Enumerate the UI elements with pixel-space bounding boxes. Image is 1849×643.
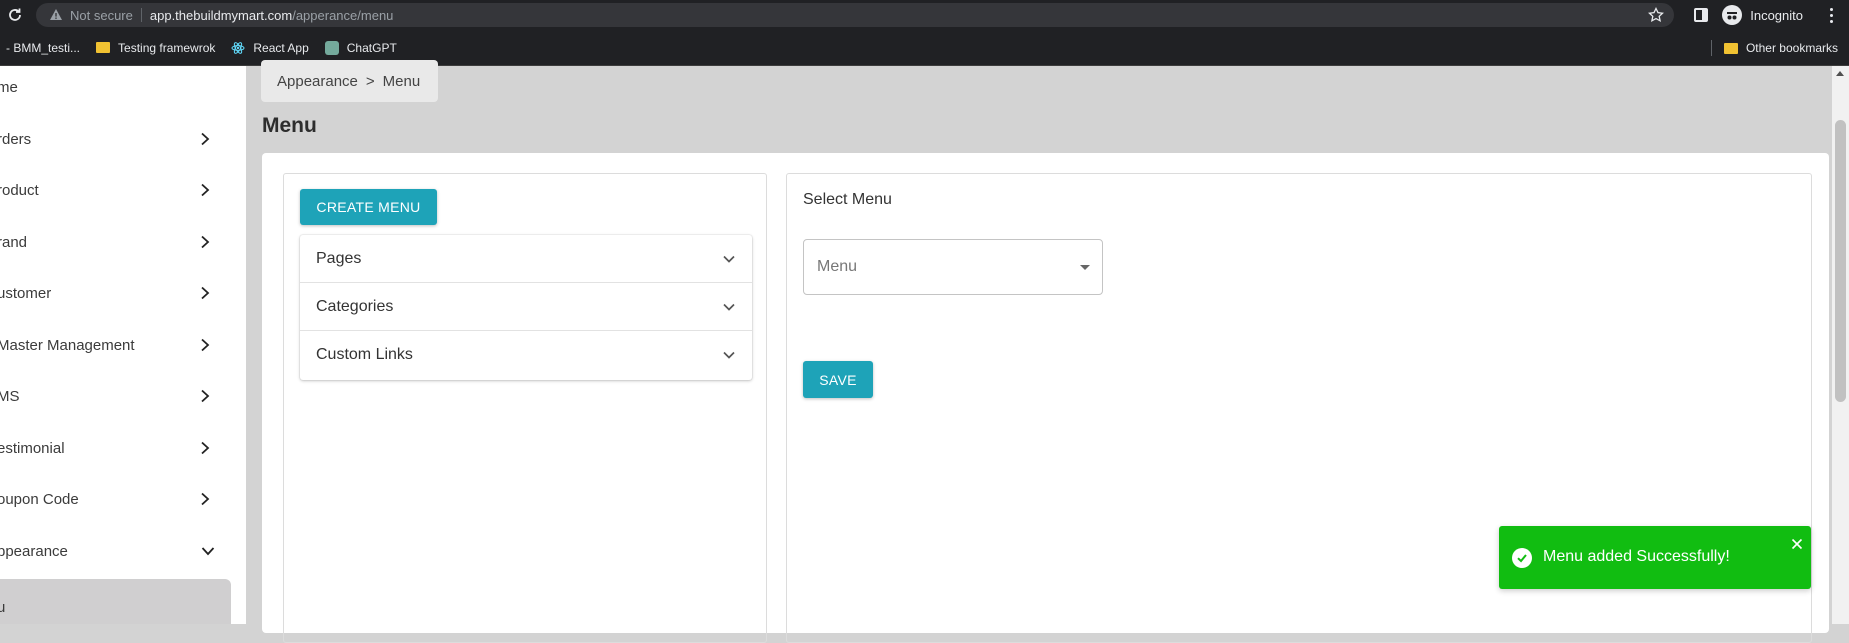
chevron-right-icon bbox=[201, 441, 210, 455]
sidebar-item-label: rders bbox=[0, 130, 32, 148]
scrollbar-thumb[interactable] bbox=[1835, 120, 1846, 402]
browser-actions: Incognito bbox=[1694, 0, 1849, 30]
folder-icon bbox=[1723, 42, 1738, 54]
sidebar-item-label: oupon Code bbox=[0, 490, 79, 508]
save-button[interactable]: SAVE bbox=[803, 361, 873, 398]
chevron-right-icon bbox=[201, 389, 210, 403]
bookmark-chatgpt[interactable]: ChatGPT bbox=[324, 40, 397, 55]
sidebar-item-label: u bbox=[0, 599, 6, 616]
accordion-categories[interactable]: Categories bbox=[300, 283, 752, 331]
sidebar-item-product[interactable]: roduct bbox=[0, 170, 246, 210]
browser-menu-icon[interactable] bbox=[1821, 5, 1841, 25]
bookmark-label: - BMM_testi... bbox=[6, 40, 81, 55]
expand-more-icon bbox=[723, 255, 735, 263]
bookmark-label: React App bbox=[253, 40, 309, 55]
accordion-label: Pages bbox=[316, 249, 362, 267]
success-toast: Menu added Successfully! bbox=[1499, 526, 1811, 589]
sidebar-item-label: rand bbox=[0, 233, 28, 251]
bookmark-testing-framework[interactable]: Testing framewrok bbox=[96, 41, 215, 55]
sidebar-item-label: Master Management bbox=[0, 336, 135, 354]
sidebar-item-brand[interactable]: rand bbox=[0, 222, 246, 262]
browser-toolbar: Not secure app.thebuildmymart.com /apper… bbox=[0, 0, 1849, 30]
sidebar-item-customer[interactable]: ustomer bbox=[0, 273, 246, 313]
side-panel-icon[interactable] bbox=[1694, 8, 1709, 22]
reload-icon[interactable] bbox=[0, 0, 30, 30]
breadcrumb: Appearance > Menu bbox=[261, 60, 438, 102]
address-bar[interactable]: Not secure app.thebuildmymart.com /apper… bbox=[36, 3, 1674, 27]
chevron-right-icon bbox=[201, 338, 210, 352]
toast-message: Menu added Successfully! bbox=[1543, 548, 1730, 565]
bookmark-label: Testing framewrok bbox=[118, 40, 216, 55]
chevron-right-icon bbox=[201, 286, 210, 300]
menu-items-panel: CREATE MENU Pages Categories Custom Link… bbox=[283, 173, 767, 643]
accordion-label: Categories bbox=[316, 297, 394, 315]
security-status[interactable]: Not secure bbox=[70, 8, 133, 23]
bookmark-react-app[interactable]: React App bbox=[231, 40, 309, 55]
select-menu-label: Select Menu bbox=[803, 191, 892, 208]
sidebar-item-cms[interactable]: MS bbox=[0, 376, 246, 416]
check-circle-icon bbox=[1512, 548, 1532, 568]
sidebar-item-appearance[interactable]: ppearance bbox=[0, 531, 246, 571]
menu-select[interactable]: Menu bbox=[803, 239, 1103, 295]
expand-more-icon bbox=[723, 351, 735, 359]
chevron-right-icon bbox=[201, 132, 210, 146]
menu-source-accordion: Pages Categories Custom Links bbox=[300, 235, 752, 380]
expand-more-icon bbox=[723, 303, 735, 311]
sidebar-item-label: ustomer bbox=[0, 284, 52, 302]
chevron-right-icon bbox=[201, 492, 210, 506]
warning-icon[interactable] bbox=[48, 7, 64, 23]
chevron-right-icon bbox=[201, 235, 210, 249]
sidebar-item-orders[interactable]: rders bbox=[0, 119, 246, 159]
chevron-down-icon bbox=[201, 547, 215, 556]
sidebar-item-label: me bbox=[0, 78, 18, 96]
incognito-label[interactable]: Incognito bbox=[1750, 8, 1803, 23]
other-bookmarks[interactable]: Other bookmarks bbox=[1723, 41, 1838, 55]
scroll-up-arrow-icon[interactable] bbox=[1836, 71, 1844, 76]
chatgpt-icon bbox=[324, 40, 339, 55]
page-title: Menu bbox=[262, 114, 317, 137]
bookmark-label: ChatGPT bbox=[346, 40, 397, 55]
breadcrumb-parent[interactable]: Appearance bbox=[277, 73, 358, 90]
bookmarks-divider bbox=[1711, 40, 1712, 56]
sidebar: me rders roduct rand ustomer Master Mana… bbox=[0, 66, 246, 624]
bookmark-star-icon[interactable] bbox=[1648, 6, 1664, 23]
accordion-custom-links[interactable]: Custom Links bbox=[300, 331, 752, 379]
breadcrumb-separator: > bbox=[365, 72, 375, 90]
url-path: /apperance/menu bbox=[292, 7, 394, 23]
sidebar-item-label: ppearance bbox=[0, 542, 68, 560]
sidebar-item-coupon-code[interactable]: oupon Code bbox=[0, 479, 246, 519]
sidebar-item-menu[interactable]: u bbox=[0, 579, 231, 624]
sidebar-item-label: estimonial bbox=[0, 439, 65, 457]
menu-select-placeholder: Menu bbox=[817, 258, 858, 275]
sidebar-item-master-management[interactable]: Master Management bbox=[0, 325, 246, 365]
sidebar-item-label: roduct bbox=[0, 181, 39, 199]
address-divider bbox=[140, 8, 142, 22]
breadcrumb-current: Menu bbox=[382, 72, 421, 90]
chevron-right-icon bbox=[201, 183, 210, 197]
url-host: app.thebuildmymart.com bbox=[149, 7, 293, 23]
close-icon[interactable] bbox=[1791, 538, 1803, 550]
page-scrollbar[interactable] bbox=[1832, 66, 1849, 624]
incognito-icon[interactable] bbox=[1722, 5, 1743, 25]
create-menu-button[interactable]: CREATE MENU bbox=[300, 189, 437, 225]
accordion-pages[interactable]: Pages bbox=[300, 235, 752, 283]
sidebar-item-testimonial[interactable]: estimonial bbox=[0, 428, 246, 468]
react-icon bbox=[231, 41, 245, 55]
accordion-label: Custom Links bbox=[316, 346, 413, 363]
folder-icon bbox=[96, 42, 111, 53]
other-bookmarks-label: Other bookmarks bbox=[1745, 41, 1838, 55]
bookmark-bmm-testing[interactable]: - BMM_testi... bbox=[6, 41, 80, 55]
dropdown-arrow-icon bbox=[1080, 265, 1090, 270]
sidebar-item-home[interactable]: me bbox=[0, 67, 246, 107]
sidebar-item-label: MS bbox=[0, 387, 20, 405]
